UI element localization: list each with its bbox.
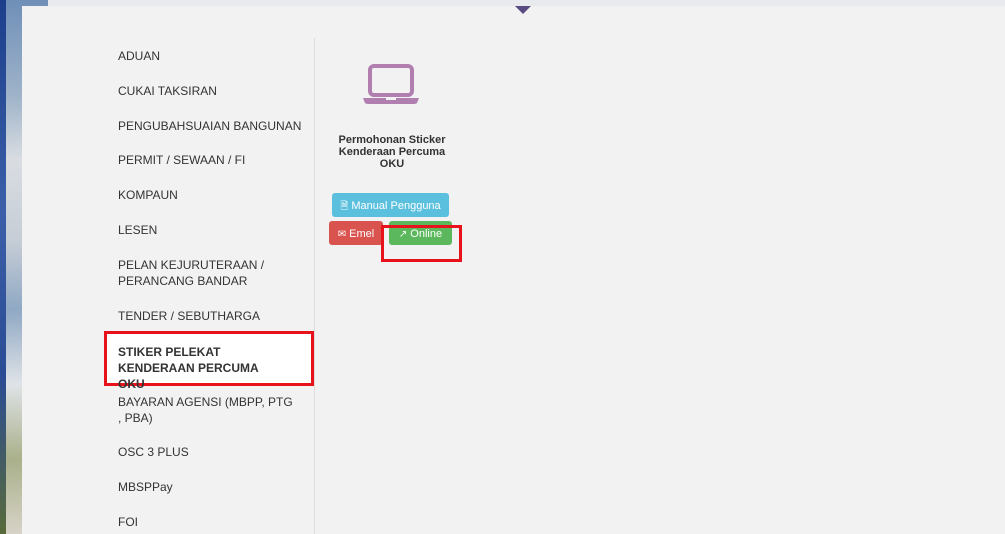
laptop-icon [363,64,419,104]
external-link-icon: ↗ [398,229,408,240]
menu-item-bayaran-agensi[interactable]: BAYARAN AGENSI (MBPP, PTG , PBA) [118,394,298,426]
menu-item-lesen[interactable]: LESEN [118,222,308,238]
emel-button[interactable]: ✉ Emel [329,221,383,245]
menu-divider [314,38,315,534]
menu-item-cukai-taksiran[interactable]: CUKAI TAKSIRAN [118,83,308,99]
envelope-icon: ✉ [337,229,347,240]
pdf-file-icon: 🗎 [340,201,349,212]
emel-label: Emel [349,228,375,240]
menu-item-aduan[interactable]: ADUAN [118,48,308,64]
menu-item-pengubahsuaian-bangunan[interactable]: PENGUBAHSUAIAN BANGUNAN [118,118,308,134]
menu-item-mbsppay[interactable]: MBSPPay [118,479,308,495]
menu-item-pelan-kejuruteraan[interactable]: PELAN KEJURUTERAAN / PERANCANG BANDAR [118,257,278,289]
menu-item-tender-sebutharga[interactable]: TENDER / SEBUTHARGA [118,308,308,324]
manual-pengguna-label: Manual Pengguna [351,200,441,212]
dropdown-caret-icon [515,6,531,14]
menu-item-osc-3-plus[interactable]: OSC 3 PLUS [118,444,308,460]
online-label: Online [410,228,443,240]
manual-pengguna-button[interactable]: 🗎 Manual Pengguna [332,193,449,217]
menu-item-kompaun[interactable]: KOMPAUN [118,187,308,203]
menu-item-permit-sewaan-fi[interactable]: PERMIT / SEWAAN / FI [118,152,308,168]
menu-item-foi[interactable]: FOI [118,514,308,530]
menu-item-stiker-oku[interactable]: STIKER PELEKAT KENDERAAN PERCUMA OKU [118,344,288,392]
online-button[interactable]: ↗ Online [389,221,452,245]
service-title: Permohonan Sticker Kenderaan Percuma OKU [338,134,446,170]
